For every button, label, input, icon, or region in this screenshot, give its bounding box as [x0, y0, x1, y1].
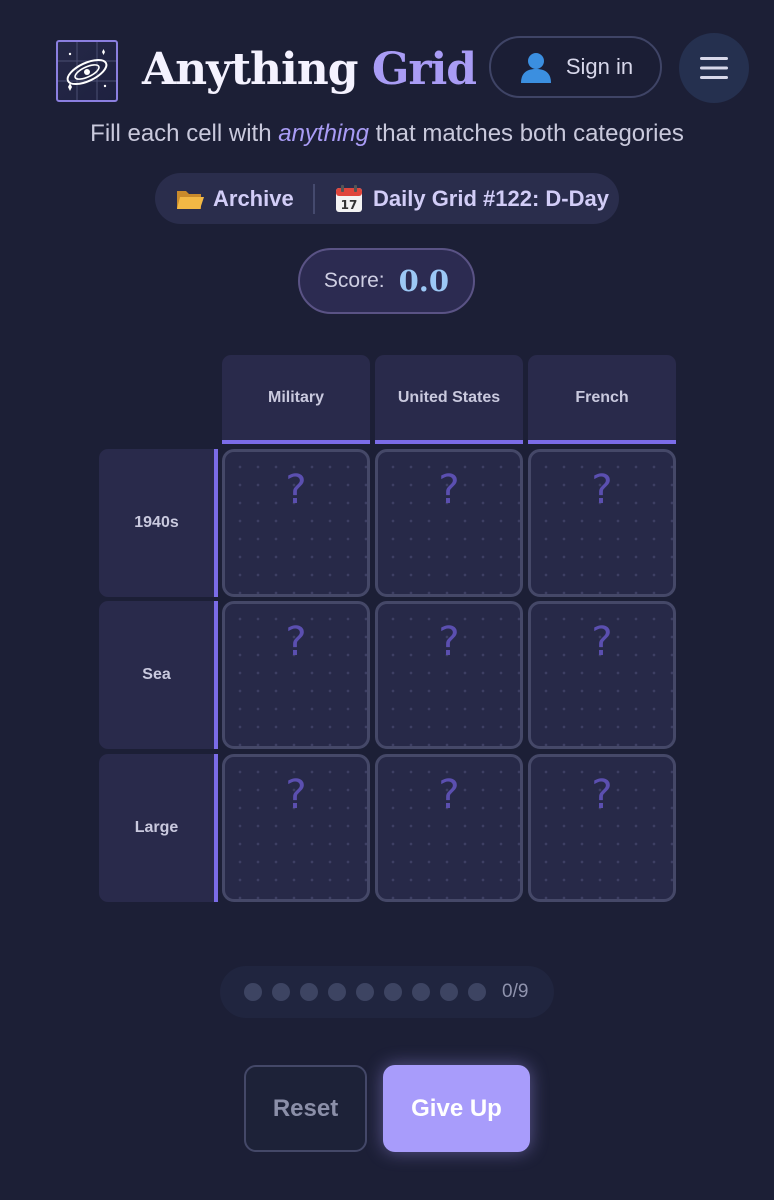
- logo-icon[interactable]: [56, 40, 118, 102]
- grid-cell-r3-c2[interactable]: ?: [375, 754, 523, 902]
- sign-in-button[interactable]: Sign in: [489, 36, 662, 98]
- open-folder-icon: [177, 190, 204, 209]
- row-header-large: Large: [99, 754, 218, 902]
- progress-dot: [244, 983, 262, 1001]
- reset-button[interactable]: Reset: [244, 1065, 367, 1152]
- daily-grid-label: Daily Grid #122: D-Day: [373, 185, 609, 211]
- progress-dot: [328, 983, 346, 1001]
- grid-cell-r2-c2[interactable]: ?: [375, 601, 523, 749]
- score-label: Score:: [323, 269, 385, 292]
- progress-dot: [356, 983, 374, 1001]
- score-value: 0.0: [398, 264, 450, 298]
- row-header-sea: Sea: [99, 601, 218, 749]
- user-icon: [520, 53, 551, 83]
- tagline-emphasis: anything: [278, 120, 369, 147]
- tagline-before: Fill each cell with: [90, 120, 279, 147]
- cell-placeholder: ?: [285, 467, 307, 513]
- progress-indicator: 0/9: [220, 966, 554, 1018]
- cell-placeholder: ?: [591, 772, 613, 818]
- row-header-1940s: 1940s: [99, 449, 218, 597]
- grid-cell-r1-c1[interactable]: ?: [222, 449, 370, 597]
- svg-text:17: 17: [341, 198, 358, 212]
- grid-cell-r2-c3[interactable]: ?: [528, 601, 676, 749]
- daily-grid-link[interactable]: 17 Daily Grid #122: D-Day: [335, 184, 609, 213]
- grid-nav-bar: Archive 17 Daily Grid #122: D-Day: [155, 173, 619, 224]
- grid-cell-r2-c1[interactable]: ?: [222, 601, 370, 749]
- tagline-after: that matches both categories: [368, 120, 684, 147]
- archive-label: Archive: [213, 185, 294, 211]
- tagline: Fill each cell with anything that matche…: [0, 120, 774, 148]
- archive-link[interactable]: Archive: [155, 186, 313, 212]
- cell-placeholder: ?: [438, 467, 460, 513]
- cell-placeholder: ?: [285, 619, 307, 665]
- score-badge: Score: 0.0: [298, 248, 475, 314]
- grid-cell-r1-c2[interactable]: ?: [375, 449, 523, 597]
- progress-dot: [440, 983, 458, 1001]
- calendar-icon: 17: [336, 184, 362, 212]
- cell-placeholder: ?: [285, 772, 307, 818]
- progress-dot: [468, 983, 486, 1001]
- hamburger-menu-icon: [700, 57, 728, 79]
- cell-placeholder: ?: [591, 467, 613, 513]
- cell-placeholder: ?: [438, 619, 460, 665]
- progress-dot: [384, 983, 402, 1001]
- grid-cell-r1-c3[interactable]: ?: [528, 449, 676, 597]
- column-header-military: Military: [222, 355, 370, 444]
- grid-cell-r3-c1[interactable]: ?: [222, 754, 370, 902]
- hamburger-menu-button[interactable]: [679, 33, 749, 103]
- app-title-word-anything: Anything: [142, 44, 358, 95]
- grid-cell-r3-c3[interactable]: ?: [528, 754, 676, 902]
- app-title[interactable]: Anything Grid: [142, 38, 477, 102]
- progress-count: 0/9: [502, 981, 529, 1002]
- cell-placeholder: ?: [591, 619, 613, 665]
- nav-divider: [313, 183, 315, 214]
- sign-in-label: Sign in: [565, 54, 634, 79]
- progress-dot: [412, 983, 430, 1001]
- cell-placeholder: ?: [438, 772, 460, 818]
- progress-dot: [272, 983, 290, 1001]
- give-up-button[interactable]: Give Up: [383, 1065, 530, 1152]
- column-header-french: French: [528, 355, 676, 444]
- app-title-word-grid: Grid: [371, 44, 477, 95]
- column-header-united-states: United States: [375, 355, 523, 444]
- progress-dot: [300, 983, 318, 1001]
